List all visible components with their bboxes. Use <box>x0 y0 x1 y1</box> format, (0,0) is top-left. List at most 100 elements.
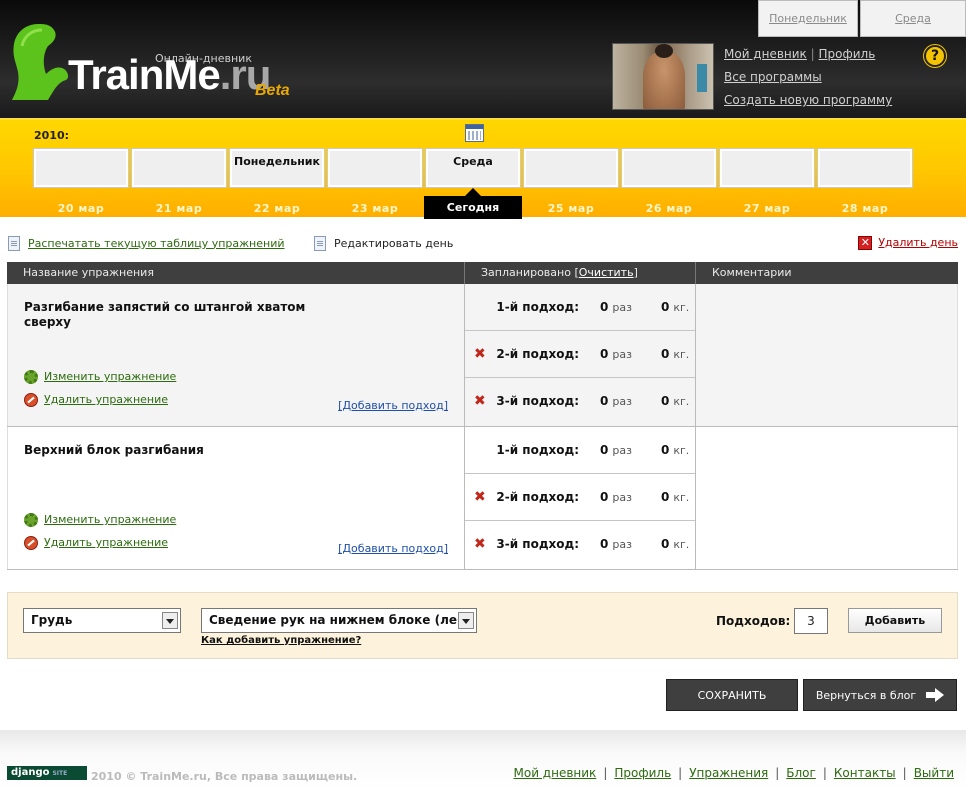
footer-link-contacts[interactable]: Контакты <box>834 766 896 780</box>
day-box-4[interactable] <box>327 148 423 188</box>
set-reps[interactable]: 0 раз <box>600 347 632 361</box>
year-label: 2010: <box>34 129 70 142</box>
edit-exercise: Изменить упражнение <box>24 370 176 384</box>
set-reps[interactable]: 0 раз <box>600 490 632 504</box>
print-table-link[interactable]: Распечатать текущую таблицу упражнений <box>28 237 285 250</box>
footer-link-profile[interactable]: Профиль <box>614 766 671 780</box>
set-weight[interactable]: 0 кг. <box>661 490 689 504</box>
edit-exercise-link[interactable]: Изменить упражнение <box>44 513 176 526</box>
day-box-5[interactable]: Среда <box>425 148 521 188</box>
profile-link[interactable]: Профиль <box>819 47 876 61</box>
day-box-8[interactable] <box>719 148 815 188</box>
day-box-2[interactable] <box>131 148 227 188</box>
set-row: ✖ 2-й подход: 0 раз 0 кг. <box>465 331 695 378</box>
set-weight[interactable]: 0 кг. <box>661 300 689 314</box>
reps-unit: раз <box>612 491 632 504</box>
day-date-3[interactable]: 22 мар <box>229 202 325 215</box>
delete-exercise-link[interactable]: Удалить упражнение <box>44 536 168 549</box>
delete-exercise-link[interactable]: Удалить упражнение <box>44 393 168 406</box>
day-box-9[interactable] <box>817 148 913 188</box>
footer-link-logout[interactable]: Выйти <box>914 766 954 780</box>
remove-set-icon[interactable]: ✖ <box>474 393 486 409</box>
avatar-figure <box>643 52 685 109</box>
site-logo[interactable]: TrainMe.ru <box>68 54 271 96</box>
sets-count-input[interactable]: 3 <box>794 608 828 634</box>
day-date-9[interactable]: 28 мар <box>817 202 913 215</box>
set-row: 1-й подход: 0 раз 0 кг. <box>465 284 695 331</box>
add-exercise-button[interactable]: Добавить <box>848 608 942 633</box>
kg-unit: кг. <box>673 444 690 457</box>
django-badge[interactable]: django SITE <box>7 766 87 780</box>
save-button[interactable]: СОХРАНИТЬ <box>666 679 798 711</box>
sets-count-label: Подходов: <box>716 614 791 628</box>
day-box-6[interactable] <box>523 148 619 188</box>
day-date-8[interactable]: 27 мар <box>719 202 815 215</box>
chevron-down-icon[interactable] <box>458 612 474 629</box>
comments-cell[interactable] <box>696 427 958 569</box>
day-date-4[interactable]: 23 мар <box>327 202 423 215</box>
reps-unit: раз <box>612 301 632 314</box>
set-reps[interactable]: 0 раз <box>600 300 632 314</box>
copyright-text: 2010 © TrainMe.ru, Все права защищены. <box>91 770 358 783</box>
set-reps[interactable]: 0 раз <box>600 443 632 457</box>
clear-link[interactable]: Очистить <box>579 266 634 279</box>
add-set-link[interactable]: [Добавить подход] <box>338 542 448 555</box>
set-reps[interactable]: 0 раз <box>600 394 632 408</box>
edit-day-label: Редактировать день <box>334 236 454 250</box>
reps-value: 0 <box>600 490 609 504</box>
today-tab[interactable]: Сегодня <box>424 188 522 219</box>
exercise-table: Название упражнения Запланировано [Очист… <box>7 262 958 570</box>
howto-add-exercise-link[interactable]: Как добавить упражнение? <box>201 635 361 646</box>
day-box-7[interactable] <box>621 148 717 188</box>
footer-link-blog[interactable]: Блог <box>786 766 816 780</box>
set-row: 1-й подход: 0 раз 0 кг. <box>465 427 695 474</box>
arrow-right-icon <box>926 688 945 702</box>
set-weight[interactable]: 0 кг. <box>661 537 689 551</box>
remove-set-icon[interactable]: ✖ <box>474 346 486 362</box>
delete-exercise: Удалить упражнение <box>24 536 168 550</box>
top-tab-wednesday[interactable]: Среда <box>860 0 966 37</box>
footer-separator: | <box>822 766 827 780</box>
flexed-arm-logo-icon <box>12 24 69 100</box>
beta-badge: Beta <box>255 82 290 99</box>
day-date-6[interactable]: 25 мар <box>523 202 619 215</box>
set-weight[interactable]: 0 кг. <box>661 394 689 408</box>
django-badge-text: django <box>11 767 50 778</box>
set-label: 3-й подход: <box>496 394 579 408</box>
exercise-cell: Верхний блок разгибания Изменить упражне… <box>7 427 465 569</box>
exercise-select[interactable]: Сведение рук на нижнем блоке (ле <box>201 608 477 633</box>
reps-unit: раз <box>612 348 632 361</box>
help-icon[interactable]: ? <box>924 45 946 67</box>
day-box-1[interactable] <box>33 148 129 188</box>
footer-link-my-diary[interactable]: Мой дневник <box>514 766 597 780</box>
muscle-group-select[interactable]: Грудь <box>23 608 181 633</box>
top-tab-monday[interactable]: Понедельник <box>758 0 858 37</box>
all-programs-link[interactable]: Все программы <box>724 70 822 84</box>
day-box-3[interactable]: Понедельник <box>229 148 325 188</box>
remove-set-icon[interactable]: ✖ <box>474 489 486 505</box>
set-reps[interactable]: 0 раз <box>600 537 632 551</box>
add-set-link[interactable]: [Добавить подход] <box>338 399 448 412</box>
day-date-7[interactable]: 26 мар <box>621 202 717 215</box>
set-weight[interactable]: 0 кг. <box>661 443 689 457</box>
footer-links: Мой дневник | Профиль | Упражнения | Блог | Конт… <box>514 766 955 780</box>
calendar-icon[interactable] <box>465 124 484 142</box>
exercise-title: Верхний блок разгибания <box>24 443 204 457</box>
create-program-link[interactable]: Создать новую программу <box>724 93 892 107</box>
my-diary-link[interactable]: Мой дневник <box>724 47 807 61</box>
delete-day-link[interactable]: Удалить день <box>878 236 958 249</box>
set-weight[interactable]: 0 кг. <box>661 347 689 361</box>
day-date-2[interactable]: 21 мар <box>131 202 227 215</box>
delete-day-icon[interactable]: ✕ <box>858 236 873 250</box>
day-date-1[interactable]: 20 мар <box>33 202 129 215</box>
back-to-blog-button[interactable]: Вернуться в блог <box>803 679 957 711</box>
chevron-down-icon[interactable] <box>162 612 178 629</box>
remove-set-icon[interactable]: ✖ <box>474 536 486 552</box>
comments-cell[interactable] <box>696 284 958 426</box>
user-avatar[interactable] <box>612 43 714 110</box>
user-link-separator: | <box>810 47 815 61</box>
edit-exercise-link[interactable]: Изменить упражнение <box>44 370 176 383</box>
footer-link-exercises[interactable]: Упражнения <box>689 766 768 780</box>
kg-unit: кг. <box>673 491 690 504</box>
set-row: ✖ 3-й подход: 0 раз 0 кг. <box>465 521 695 568</box>
